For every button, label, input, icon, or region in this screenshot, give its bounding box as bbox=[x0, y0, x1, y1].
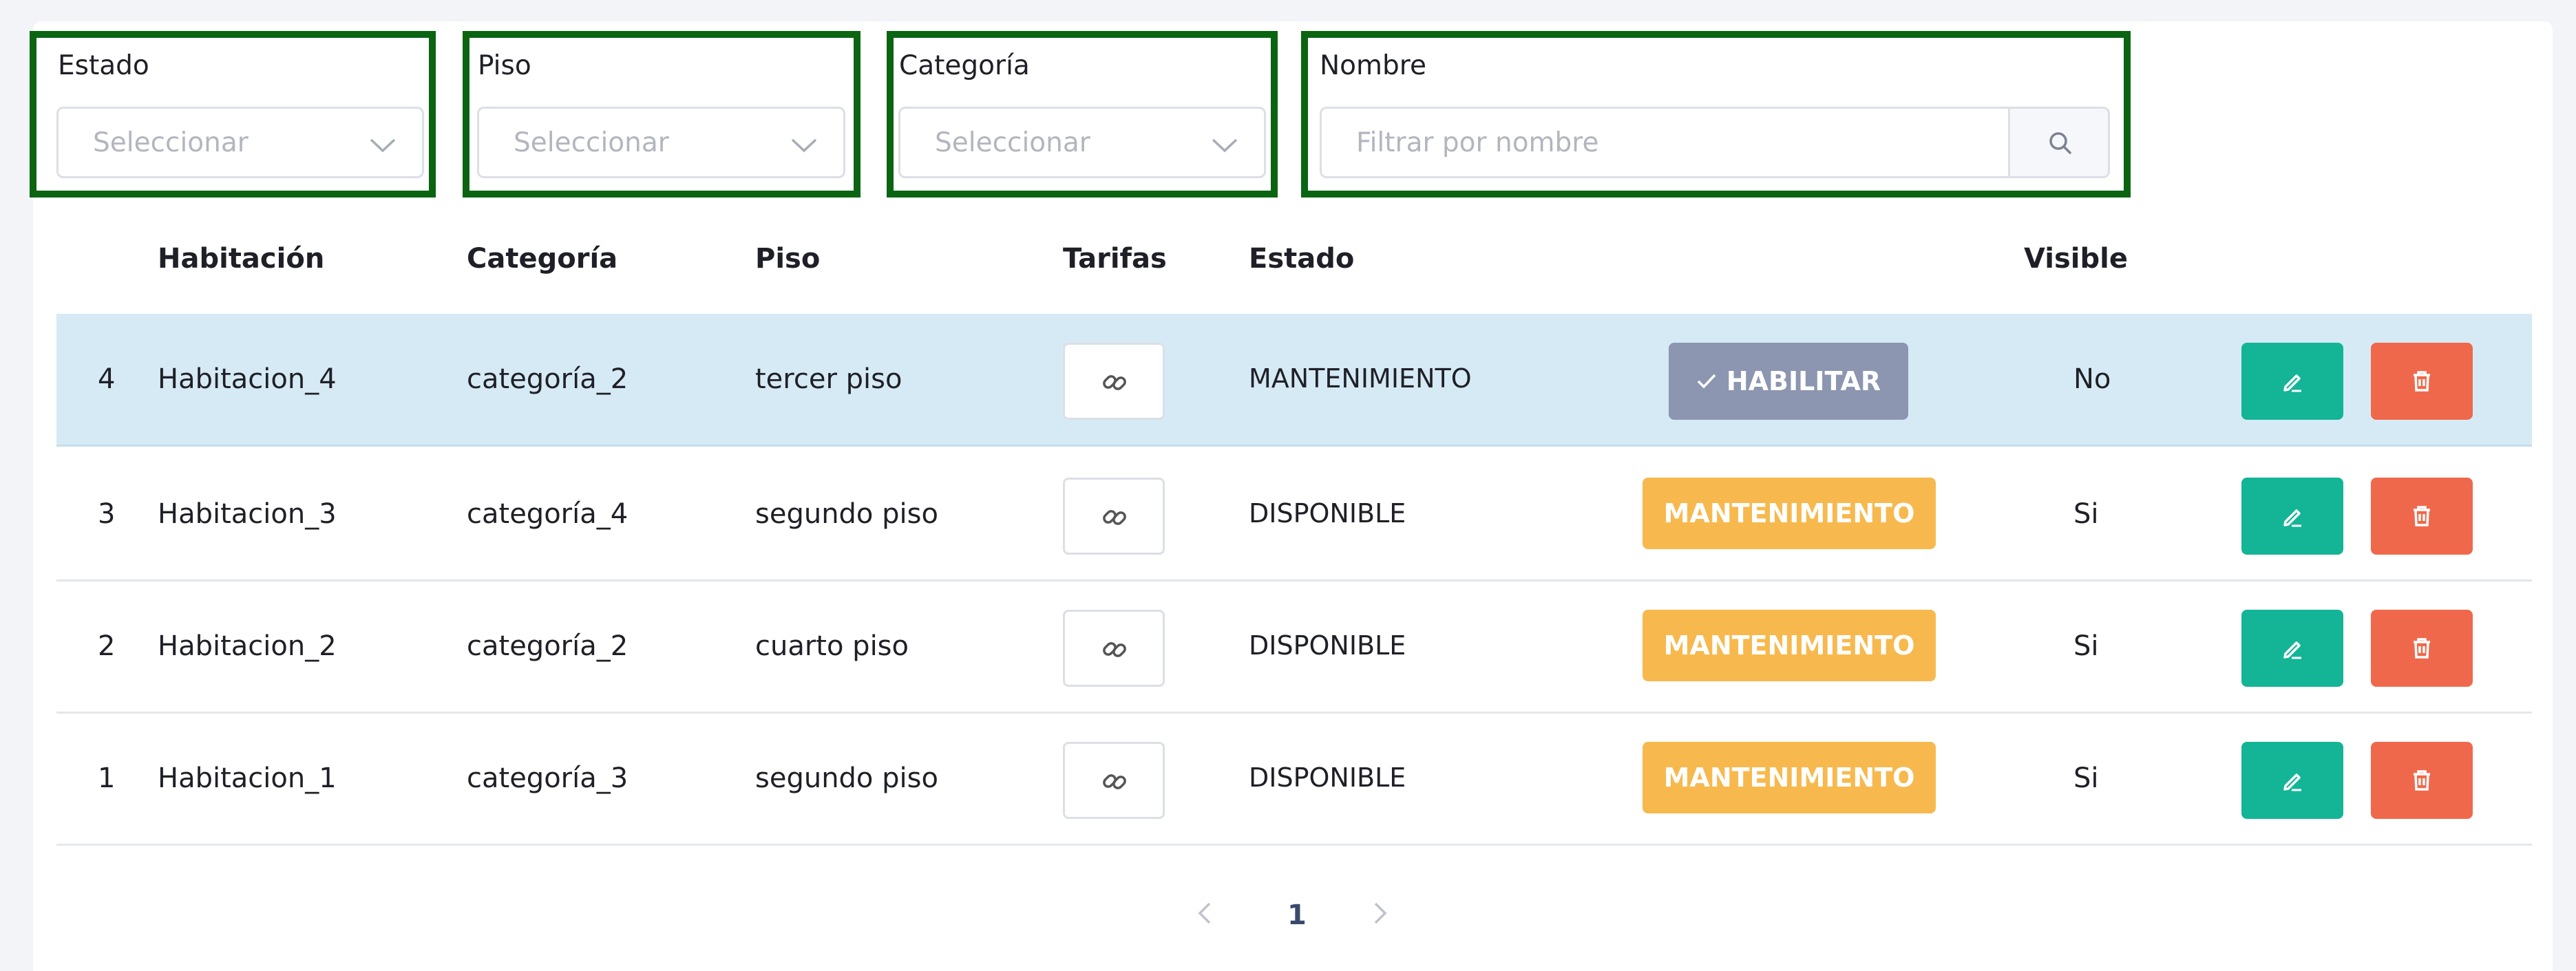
edit-button[interactable] bbox=[2241, 742, 2343, 819]
delete-button[interactable] bbox=[2371, 343, 2473, 420]
col-piso-header: Piso bbox=[755, 243, 821, 275]
table-row[interactable]: 1 Habitacion_1 categoría_3 segundo piso … bbox=[56, 713, 2532, 846]
row-categoria: categoría_4 bbox=[467, 498, 629, 530]
mantenimiento-button[interactable]: MANTENIMIENTO bbox=[1643, 610, 1936, 681]
filter-estado-label: Estado bbox=[58, 50, 149, 81]
row-estado: DISPONIBLE bbox=[1249, 498, 1406, 529]
habilitar-button-label: HABILITAR bbox=[1726, 366, 1881, 396]
habilitar-button[interactable]: HABILITAR bbox=[1669, 343, 1908, 420]
row-habitacion: Habitacion_2 bbox=[158, 630, 337, 662]
edit-button[interactable] bbox=[2241, 343, 2343, 420]
link-icon bbox=[1103, 774, 1126, 789]
check-icon bbox=[1697, 374, 1716, 389]
row-habitacion: Habitacion_1 bbox=[158, 762, 337, 794]
row-estado: MANTENIMIENTO bbox=[1249, 363, 1472, 394]
row-visible: No bbox=[2073, 363, 2111, 395]
tarifas-button[interactable] bbox=[1063, 343, 1165, 420]
row-index: 4 bbox=[98, 363, 116, 395]
delete-button[interactable] bbox=[2371, 610, 2473, 687]
categoria-select-placeholder: Seleccionar bbox=[935, 127, 1090, 158]
col-visible-header: Visible bbox=[2024, 243, 2128, 275]
categoria-select[interactable]: Seleccionar bbox=[898, 107, 1266, 178]
row-categoria: categoría_2 bbox=[467, 363, 629, 395]
mantenimiento-button[interactable]: MANTENIMIENTO bbox=[1643, 742, 1936, 813]
chevron-left-icon bbox=[1198, 902, 1211, 924]
chevron-down-icon bbox=[791, 138, 817, 153]
piso-select[interactable]: Seleccionar bbox=[477, 107, 845, 178]
row-habitacion: Habitacion_3 bbox=[158, 498, 337, 530]
row-visible: Si bbox=[2073, 498, 2099, 530]
table-row[interactable]: 2 Habitacion_2 categoría_2 cuarto piso D… bbox=[56, 581, 2532, 714]
delete-button[interactable] bbox=[2371, 478, 2473, 555]
link-icon bbox=[1103, 375, 1126, 390]
search-icon bbox=[2049, 132, 2071, 154]
row-piso: tercer piso bbox=[755, 363, 902, 395]
estado-select-placeholder: Seleccionar bbox=[93, 127, 249, 158]
col-tarifas-header: Tarifas bbox=[1063, 243, 1167, 275]
edit-button[interactable] bbox=[2241, 610, 2343, 687]
row-index: 3 bbox=[98, 498, 116, 530]
trash-icon bbox=[2414, 770, 2430, 791]
pagination-next-button[interactable] bbox=[1370, 898, 1391, 936]
link-icon bbox=[1103, 510, 1126, 525]
row-piso: segundo piso bbox=[755, 762, 938, 794]
chevron-down-icon bbox=[1212, 138, 1238, 153]
tarifas-button[interactable] bbox=[1063, 742, 1165, 819]
pencil-icon bbox=[2283, 641, 2301, 659]
pencil-icon bbox=[2283, 374, 2301, 392]
table-row[interactable]: 4 Habitacion_4 categoría_2 tercer piso M… bbox=[56, 314, 2532, 447]
piso-select-placeholder: Seleccionar bbox=[514, 127, 669, 158]
pagination-current-page[interactable]: 1 bbox=[1287, 899, 1307, 931]
row-index: 2 bbox=[98, 630, 116, 662]
trash-icon bbox=[2414, 371, 2430, 392]
row-categoria: categoría_2 bbox=[467, 630, 629, 662]
row-estado: DISPONIBLE bbox=[1249, 630, 1406, 661]
col-categoria-header: Categoría bbox=[467, 243, 618, 275]
estado-select[interactable]: Seleccionar bbox=[56, 107, 424, 178]
filter-piso-label: Piso bbox=[478, 50, 531, 81]
mantenimiento-button[interactable]: MANTENIMIENTO bbox=[1643, 478, 1936, 549]
trash-icon bbox=[2414, 506, 2430, 526]
filter-categoria-label: Categoría bbox=[899, 50, 1030, 81]
col-habitacion-header: Habitación bbox=[158, 243, 325, 275]
row-piso: cuarto piso bbox=[755, 630, 909, 662]
chevron-right-icon bbox=[1374, 902, 1387, 924]
col-estado-header: Estado bbox=[1249, 243, 1355, 275]
row-estado: DISPONIBLE bbox=[1249, 762, 1406, 793]
pencil-icon bbox=[2283, 509, 2301, 527]
table-row[interactable]: 3 Habitacion_3 categoría_4 segundo piso … bbox=[56, 449, 2532, 581]
filter-nombre-label: Nombre bbox=[1320, 50, 1426, 81]
chevron-down-icon bbox=[370, 138, 396, 153]
row-visible: Si bbox=[2073, 762, 2099, 794]
row-categoria: categoría_3 bbox=[467, 762, 629, 794]
nombre-search-input[interactable] bbox=[1320, 107, 2008, 178]
tarifas-button[interactable] bbox=[1063, 610, 1165, 687]
tarifas-button[interactable] bbox=[1063, 478, 1165, 555]
link-icon bbox=[1103, 642, 1126, 657]
search-button[interactable] bbox=[2008, 107, 2110, 178]
row-piso: segundo piso bbox=[755, 498, 938, 530]
delete-button[interactable] bbox=[2371, 742, 2473, 819]
trash-icon bbox=[2414, 638, 2430, 659]
row-visible: Si bbox=[2073, 630, 2099, 662]
row-index: 1 bbox=[98, 762, 116, 794]
row-habitacion: Habitacion_4 bbox=[158, 363, 337, 395]
pagination-prev-button[interactable] bbox=[1194, 898, 1215, 936]
edit-button[interactable] bbox=[2241, 478, 2343, 555]
pencil-icon bbox=[2283, 773, 2301, 791]
